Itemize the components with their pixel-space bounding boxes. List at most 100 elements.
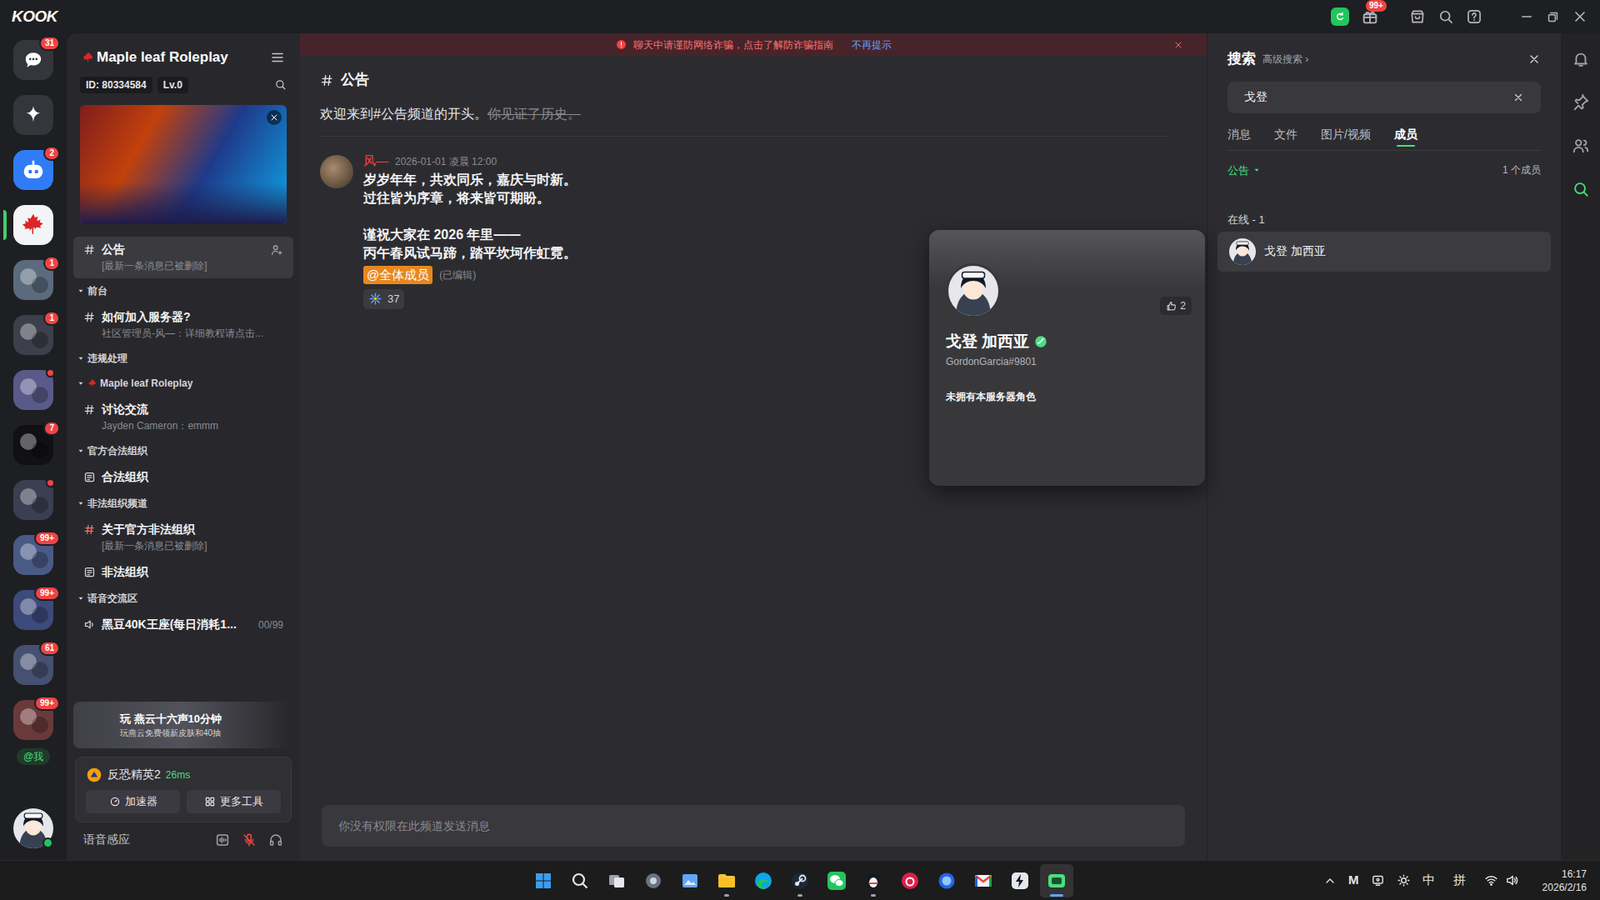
channel-filter[interactable]: 公告 <box>1227 162 1261 180</box>
collapse-arrow-icon[interactable] <box>76 354 85 363</box>
channel-item[interactable]: 公告[最新一条消息已被删除] <box>73 236 294 279</box>
event-banner[interactable] <box>80 105 287 225</box>
show-hidden-icon[interactable] <box>1323 874 1337 888</box>
status-app-icon[interactable] <box>1330 7 1350 26</box>
channel-item[interactable]: 如何加入服务器?社区管理员-风—：详细教程请点击... <box>73 304 294 346</box>
members-icon[interactable] <box>1571 136 1590 155</box>
ime-name[interactable]: 拼 <box>1453 870 1466 890</box>
menu-icon[interactable] <box>270 50 285 65</box>
collapse-arrow-icon[interactable] <box>76 446 85 455</box>
channel-category[interactable]: 前台 <box>73 278 294 304</box>
server-tile[interactable] <box>13 205 54 245</box>
taskbar-app[interactable] <box>746 864 780 898</box>
help-icon[interactable] <box>1465 8 1483 25</box>
advanced-search-link[interactable]: 高级搜索 › <box>1262 51 1309 67</box>
taskbar-app[interactable] <box>966 864 1000 898</box>
search-icon[interactable] <box>274 78 287 91</box>
channel-item[interactable]: 讨论交流Jayden Cameron：emmm <box>73 396 294 439</box>
taskbar-app[interactable] <box>930 864 964 898</box>
taskbar-app[interactable] <box>820 864 854 898</box>
server-item[interactable]: 31 <box>13 40 54 80</box>
brightness-icon[interactable] <box>1396 873 1411 888</box>
server-item[interactable] <box>13 95 54 135</box>
invite-user-icon[interactable] <box>270 243 284 257</box>
author-name[interactable]: 风— <box>363 151 389 171</box>
mention-pill[interactable]: @我 <box>16 748 50 765</box>
server-item[interactable]: 1 <box>13 315 54 355</box>
tray-app-label[interactable]: M <box>1348 870 1360 890</box>
soundwave-icon[interactable] <box>215 832 230 848</box>
voice-mode[interactable]: 语音感应 <box>83 830 130 849</box>
mention-tag[interactable]: @全体成员 <box>363 265 433 285</box>
server-item[interactable]: 99+ <box>13 535 54 575</box>
server-item[interactable]: 61 <box>13 645 54 685</box>
bell-icon[interactable] <box>1571 50 1590 69</box>
mic-off-icon[interactable] <box>241 832 257 848</box>
close-icon[interactable] <box>1173 40 1184 50</box>
collapse-arrow-icon[interactable] <box>76 286 85 295</box>
banner-close[interactable] <box>266 110 282 125</box>
server-item[interactable]: 99+ <box>13 700 54 740</box>
channel-item[interactable]: 非法组织 <box>73 559 294 586</box>
taskbar-app[interactable] <box>636 864 670 898</box>
user-avatar[interactable] <box>13 808 54 849</box>
notification-button[interactable]: 99+ <box>1360 7 1380 26</box>
ime-mode[interactable]: 中 <box>1422 870 1435 890</box>
channel-item[interactable]: 关于官方非法组织[最新一条消息已被删除] <box>73 516 294 559</box>
taskbar-app[interactable] <box>856 864 890 898</box>
author-avatar[interactable] <box>320 155 354 189</box>
profile-avatar-icon[interactable] <box>945 263 1001 319</box>
device-icon[interactable] <box>1370 873 1385 888</box>
channel-name[interactable]: 讨论交流 <box>101 400 149 419</box>
taskbar-app[interactable] <box>526 864 560 898</box>
search-input[interactable]: 戈登 <box>1227 81 1541 114</box>
channel-category[interactable]: Maple leaf Roleplay <box>73 370 294 396</box>
server-item[interactable] <box>13 480 54 520</box>
channel-name[interactable]: 关于官方非法组织 <box>101 520 195 539</box>
reaction[interactable]: 37 <box>363 289 405 310</box>
server-item[interactable]: 2 <box>13 150 54 190</box>
server-tile[interactable] <box>13 95 54 135</box>
collapse-arrow-icon[interactable] <box>76 499 85 508</box>
tool-button[interactable]: 更多工具 <box>186 790 281 814</box>
member-row[interactable]: 戈登 加西亚 <box>1217 231 1551 272</box>
channel-category[interactable]: 违规处理 <box>73 345 294 371</box>
channel-name[interactable]: 非法组织 <box>101 563 149 581</box>
search-tab[interactable]: 图片/视频 <box>1320 125 1371 150</box>
shop-icon[interactable] <box>1409 8 1426 25</box>
channel-name[interactable]: 合法组织 <box>101 468 149 486</box>
close-icon[interactable] <box>1571 8 1589 25</box>
like-button[interactable]: 2 <box>1160 296 1192 315</box>
tool-button[interactable]: 加速器 <box>85 790 180 814</box>
taskbar-app[interactable] <box>783 864 817 898</box>
taskbar-app[interactable] <box>563 864 597 898</box>
channel-name[interactable]: 黑豆40K王座(每日消耗1... <box>101 615 237 634</box>
close-icon[interactable] <box>1527 52 1541 66</box>
headphone-icon[interactable] <box>268 832 284 848</box>
taskbar-app[interactable] <box>673 864 707 898</box>
channel-item[interactable]: 合法组织 <box>73 464 294 491</box>
minimize-icon[interactable] <box>1519 9 1535 25</box>
search-icon[interactable] <box>1437 8 1455 25</box>
ad-banner[interactable]: 玩 燕云十六声10分钟玩燕云免费领新皮肤和40抽 <box>73 701 294 749</box>
server-name[interactable]: Maple leaf Roleplay <box>96 46 229 69</box>
pin-icon[interactable] <box>1571 93 1590 112</box>
restore-icon[interactable] <box>1545 10 1560 25</box>
search-tab[interactable]: 消息 <box>1227 125 1251 150</box>
search-query[interactable]: 戈登 <box>1244 88 1268 106</box>
taskbar-app[interactable] <box>893 864 927 898</box>
server-item[interactable]: 7 <box>13 425 54 465</box>
taskbar-app[interactable] <box>1003 864 1037 898</box>
dismiss-link[interactable]: 不再提示 <box>851 37 892 53</box>
taskbar-app[interactable] <box>710 864 744 898</box>
channel-category[interactable]: 官方合法组织 <box>73 438 294 464</box>
collapse-arrow-icon[interactable] <box>76 594 85 603</box>
channel-item[interactable]: 黑豆40K王座(每日消耗1...00/99 <box>73 611 294 639</box>
network-volume[interactable] <box>1484 873 1520 888</box>
taskbar-app[interactable] <box>1040 864 1074 898</box>
server-header[interactable]: Maple leaf Roleplay <box>66 33 300 69</box>
banner-text[interactable]: 聊天中请谨防网络诈骗，点击了解防诈骗指南 <box>633 37 834 53</box>
server-item[interactable]: 1 <box>13 260 54 300</box>
clear-icon[interactable] <box>1512 91 1525 104</box>
channel-name[interactable]: 公告 <box>101 240 125 259</box>
